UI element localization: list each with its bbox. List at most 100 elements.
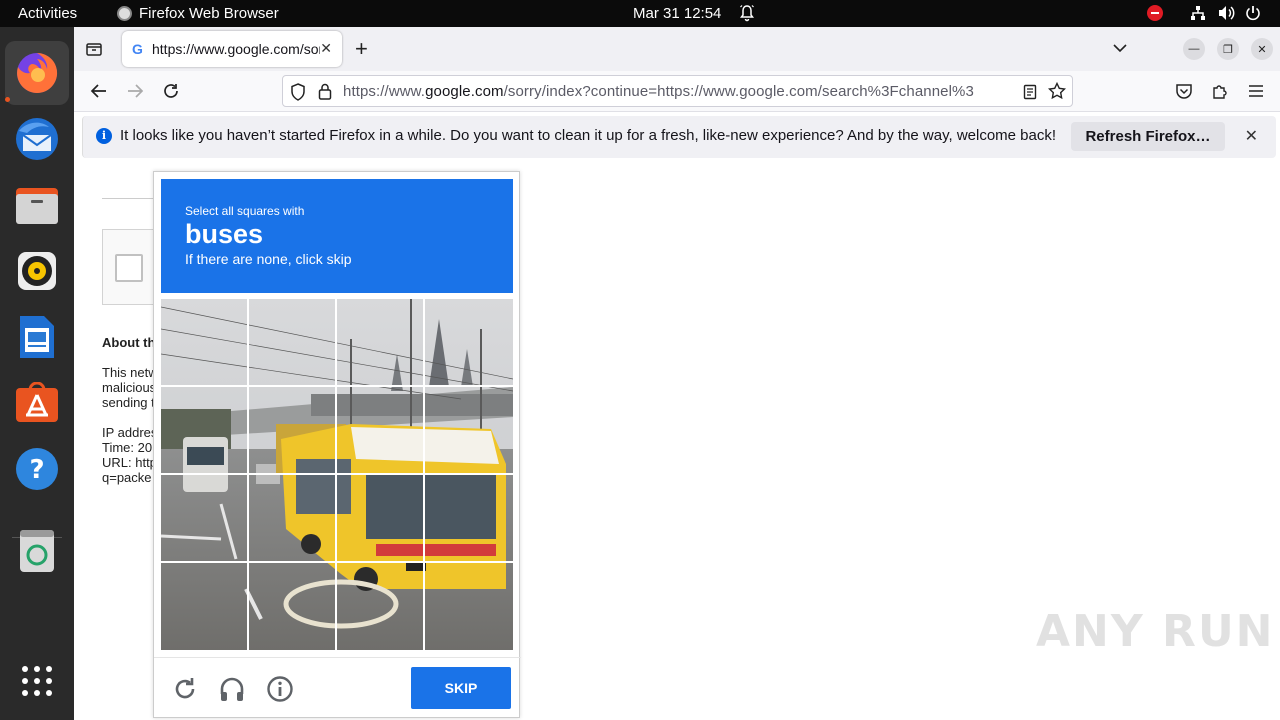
- dock-rhythmbox[interactable]: [5, 239, 69, 303]
- close-window-button[interactable]: ✕: [1251, 38, 1273, 60]
- app-name: Firefox Web Browser: [139, 5, 279, 22]
- grid-tile[interactable]: [161, 563, 247, 649]
- pocket-icon[interactable]: [1175, 83, 1193, 100]
- tracking-protection-shield-icon[interactable]: [290, 83, 306, 101]
- dock-app-center[interactable]: [5, 371, 69, 435]
- tab-title: https://www.google.com/sorry/index?conti…: [152, 41, 320, 57]
- grid-tile[interactable]: [249, 563, 335, 649]
- forward-arrow-icon[interactable]: [126, 83, 144, 99]
- info-line: sending t: [102, 395, 155, 410]
- grid-tile[interactable]: [425, 563, 511, 649]
- clock[interactable]: Mar 31 12:54: [633, 5, 721, 22]
- challenge-header: Select all squares with buses If there a…: [161, 179, 513, 293]
- recaptcha-checkbox[interactable]: [115, 254, 143, 282]
- back-arrow-icon[interactable]: [90, 83, 108, 99]
- libreoffice-writer-icon: [20, 316, 54, 358]
- grid-tile[interactable]: [425, 475, 511, 561]
- gnome-top-bar: Activities Firefox Web Browser Mar 31 12…: [0, 0, 1280, 27]
- minimize-button[interactable]: —: [1183, 38, 1205, 60]
- url-line: URL: http: [102, 455, 157, 470]
- trash-icon: [20, 530, 54, 572]
- volume-icon[interactable]: [1218, 5, 1235, 21]
- help-icon: ?: [16, 448, 58, 490]
- power-icon[interactable]: [1245, 5, 1261, 21]
- dock-help[interactable]: ?: [5, 437, 69, 501]
- ip-address-line: IP addres: [102, 425, 158, 440]
- challenge-image-grid: [161, 299, 513, 650]
- running-indicator: [5, 97, 10, 102]
- audio-challenge-headphones-icon[interactable]: [218, 675, 246, 703]
- refresh-firefox-notification: i It looks like you haven’t started Fire…: [82, 116, 1276, 158]
- grid-tile[interactable]: [425, 299, 511, 385]
- refresh-firefox-button[interactable]: Refresh Firefox…: [1071, 122, 1225, 151]
- privacy-indicator-icon[interactable]: [1147, 5, 1163, 21]
- navigation-toolbar: https://www.google.com/sorry/index?conti…: [74, 71, 1280, 112]
- challenge-target: buses: [185, 219, 264, 249]
- url-text[interactable]: https://www.google.com/sorry/index?conti…: [343, 83, 1013, 100]
- notification-close-icon[interactable]: ✕: [1245, 126, 1258, 146]
- tab-google-sorry[interactable]: G https://www.google.com/sorry/index?con…: [122, 31, 342, 67]
- dock-thunderbird[interactable]: [5, 107, 69, 171]
- grid-tile[interactable]: [161, 387, 247, 473]
- grid-divider: [161, 473, 513, 475]
- grid-tile[interactable]: [337, 299, 423, 385]
- list-all-tabs-chevron-down-icon[interactable]: [1113, 43, 1127, 53]
- notification-bell-icon[interactable]: [739, 4, 755, 22]
- grid-divider: [161, 385, 513, 387]
- grid-tile[interactable]: [249, 299, 335, 385]
- app-menu[interactable]: Firefox Web Browser: [117, 5, 279, 22]
- firefox-small-icon: [117, 6, 132, 21]
- tab-bar: G https://www.google.com/sorry/index?con…: [74, 27, 1280, 71]
- new-tab-icon[interactable]: +: [355, 36, 368, 62]
- dock-trash[interactable]: [5, 519, 69, 583]
- grid-tile[interactable]: [249, 475, 335, 561]
- dock-show-apps[interactable]: [5, 649, 69, 713]
- grid-tile[interactable]: [425, 387, 511, 473]
- files-icon: [16, 188, 58, 224]
- firefox-icon: [17, 52, 58, 93]
- skip-button[interactable]: SKIP: [411, 667, 511, 709]
- grid-tile[interactable]: [161, 475, 247, 561]
- extensions-puzzle-icon[interactable]: [1211, 82, 1229, 100]
- info-line: malicious: [102, 380, 157, 395]
- notification-message: It looks like you haven’t started Firefo…: [120, 127, 1057, 144]
- reload-challenge-icon[interactable]: [171, 675, 199, 703]
- time-line: Time: 20: [102, 440, 153, 455]
- grid-divider: [161, 561, 513, 563]
- info-icon: i: [96, 128, 112, 144]
- dock-files[interactable]: [5, 173, 69, 237]
- reader-view-icon[interactable]: [1023, 84, 1037, 100]
- dock-libreoffice-writer[interactable]: [5, 305, 69, 369]
- grid-tile[interactable]: [337, 475, 423, 561]
- bookmark-star-icon[interactable]: [1048, 82, 1066, 100]
- anyrun-watermark: ANY RUN: [1036, 606, 1275, 657]
- show-apps-icon: [22, 666, 52, 696]
- ubuntu-dock: ?: [0, 27, 74, 720]
- maximize-button[interactable]: ❐: [1217, 38, 1239, 60]
- hamburger-menu-icon[interactable]: [1248, 84, 1264, 98]
- google-favicon-icon: G: [132, 41, 143, 57]
- grid-tile[interactable]: [249, 387, 335, 473]
- challenge-hint: If there are none, click skip: [185, 251, 352, 267]
- grid-tile[interactable]: [161, 299, 247, 385]
- grid-tile[interactable]: [337, 563, 423, 649]
- query-line: q=packe: [102, 470, 152, 485]
- rhythmbox-icon: [18, 252, 56, 290]
- lock-icon[interactable]: [318, 83, 332, 100]
- url-bar[interactable]: https://www.google.com/sorry/index?conti…: [282, 75, 1073, 107]
- about-heading: About th: [102, 335, 156, 350]
- challenge-footer: SKIP: [154, 657, 521, 719]
- svg-text:?: ?: [29, 455, 44, 485]
- info-help-icon[interactable]: [266, 675, 294, 703]
- challenge-instruction: Select all squares with: [185, 204, 305, 218]
- firefox-view-icon[interactable]: [85, 40, 103, 58]
- app-center-icon: [16, 382, 58, 422]
- recaptcha-challenge: Select all squares with buses If there a…: [153, 171, 521, 719]
- reload-icon[interactable]: [162, 82, 180, 100]
- info-line: This netw: [102, 365, 158, 380]
- grid-tile[interactable]: [337, 387, 423, 473]
- dock-firefox[interactable]: [5, 41, 69, 105]
- network-icon[interactable]: [1190, 5, 1206, 21]
- tab-close-icon[interactable]: ✕: [320, 40, 332, 57]
- activities-button[interactable]: Activities: [18, 5, 77, 22]
